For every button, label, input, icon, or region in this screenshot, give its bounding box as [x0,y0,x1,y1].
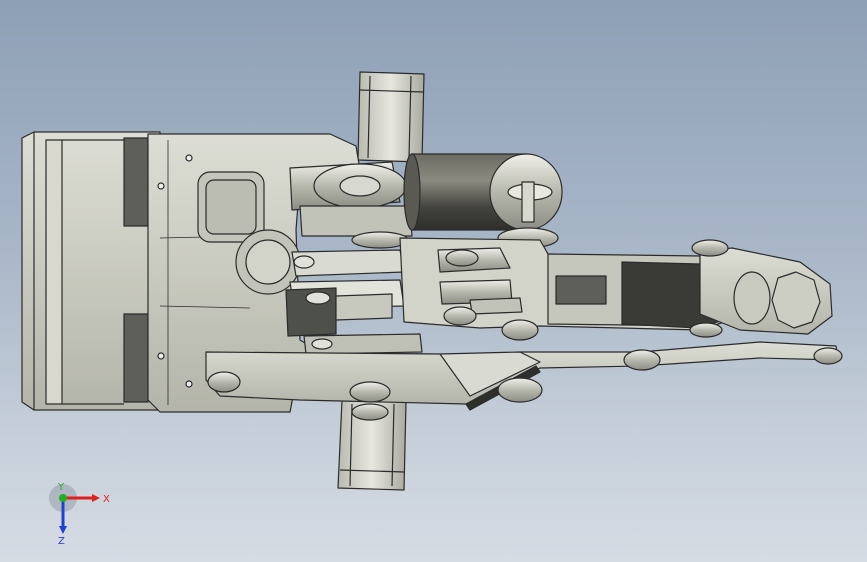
z-axis-arrowhead [59,526,67,534]
motor [403,153,563,249]
x-axis-label: X [103,494,110,505]
end-block [21,131,161,411]
graphics-viewport[interactable]: X Y Z [0,0,867,562]
orientation-triad: X Y Z [49,482,110,547]
z-axis-label: Z [58,536,65,547]
upper-carriage [289,161,413,249]
top-rail [357,71,425,163]
x-axis-arrowhead [92,494,100,502]
lower-linkage [205,341,843,421]
y-axis-label: Y [57,482,65,493]
y-axis-indicator [59,494,67,502]
